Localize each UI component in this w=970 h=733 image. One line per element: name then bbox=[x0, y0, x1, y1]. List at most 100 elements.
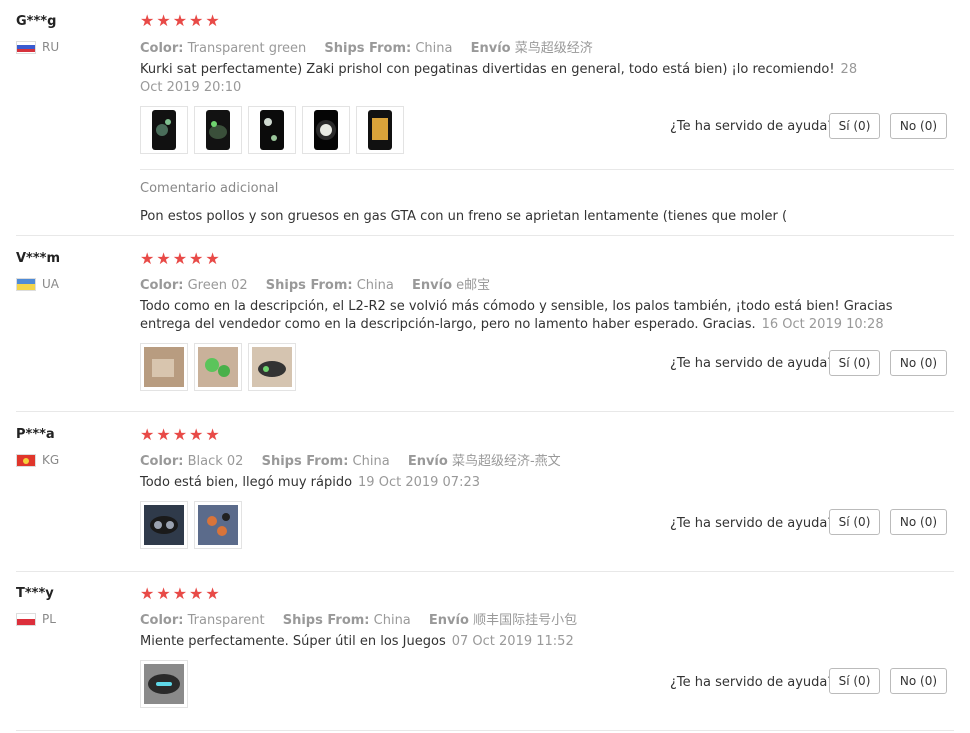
photo-package bbox=[368, 110, 392, 150]
star-rating: ★★★★★ bbox=[140, 249, 222, 268]
color-value: Transparent green bbox=[187, 41, 307, 56]
review-text: Kurki sat perfectamente) Zaki prishol co… bbox=[140, 61, 860, 97]
review-date: 19 Oct 2019 07:23 bbox=[358, 475, 480, 490]
review-photo-thumbnail[interactable] bbox=[140, 501, 188, 549]
envio-label: Envío bbox=[428, 613, 469, 628]
russia-flag-icon bbox=[16, 40, 36, 54]
sku-attributes: Color: Green 02 Ships From: China Envío … bbox=[140, 274, 504, 293]
color-value: Green 02 bbox=[187, 278, 248, 293]
review-body: entrega del vendedor como en la descripc… bbox=[140, 317, 756, 332]
review-item: G***g RU ★★★★★ Color: Transparent green … bbox=[0, 0, 970, 236]
review-photos bbox=[140, 106, 404, 154]
color-label: Color: bbox=[140, 454, 184, 469]
ships-from-value: China bbox=[373, 613, 411, 628]
helpful-question: ¿Te ha servido de ayuda? bbox=[670, 356, 835, 371]
kyrgyzstan-flag-icon bbox=[16, 453, 36, 467]
review-item: T***y PL ★★★★★ Color: Transparent Ships … bbox=[0, 572, 970, 733]
review-photos bbox=[140, 501, 242, 549]
review-item: P***a KG ★★★★★ Color: Black 02 Ships Fro… bbox=[0, 412, 970, 572]
review-photo-thumbnail[interactable] bbox=[248, 106, 296, 154]
envio-value: e邮宝 bbox=[456, 278, 491, 293]
envio-value: 顺丰国际挂号小包 bbox=[473, 613, 578, 628]
helpful-yes-button[interactable]: Sí (0) bbox=[829, 113, 880, 139]
helpful-yes-button[interactable]: Sí (0) bbox=[829, 350, 880, 376]
helpful-yes-button[interactable]: Sí (0) bbox=[829, 668, 880, 694]
ships-from-value: China bbox=[415, 41, 453, 56]
review-photo-thumbnail[interactable] bbox=[194, 343, 242, 391]
photo-light-glow bbox=[314, 110, 338, 150]
envio-value: 菜鸟超级经济 bbox=[514, 41, 593, 56]
review-photo-thumbnail[interactable] bbox=[140, 660, 188, 708]
review-photo-thumbnail[interactable] bbox=[140, 106, 188, 154]
country-code: UA bbox=[42, 277, 59, 291]
color-value: Transparent bbox=[187, 613, 265, 628]
helpful-no-button[interactable]: No (0) bbox=[890, 668, 947, 694]
reviewer-country: PL bbox=[16, 612, 56, 626]
reviewer-name: P***a bbox=[16, 427, 55, 442]
additional-comment-title: Comentario adicional bbox=[140, 181, 279, 196]
helpful-question: ¿Te ha servido de ayuda? bbox=[670, 119, 835, 134]
ships-from-label: Ships From: bbox=[265, 278, 353, 293]
envio-label: Envío bbox=[470, 41, 511, 56]
helpful-question: ¿Te ha servido de ayuda? bbox=[670, 516, 835, 531]
review-photos bbox=[140, 660, 188, 708]
ukraine-flag-icon bbox=[16, 277, 36, 291]
country-code: KG bbox=[42, 453, 60, 467]
poland-flag-icon bbox=[16, 612, 36, 626]
photo-caps bbox=[198, 505, 238, 545]
reviewer-name: T***y bbox=[16, 586, 54, 601]
reviewer-country: KG bbox=[16, 453, 59, 467]
sku-attributes: Color: Transparent green Ships From: Chi… bbox=[140, 37, 607, 56]
envio-value: 菜鸟超级经济-燕文 bbox=[451, 454, 561, 469]
color-value: Black 02 bbox=[187, 454, 244, 469]
ships-from-label: Ships From: bbox=[282, 613, 370, 628]
reviewer-name: V***m bbox=[16, 251, 61, 266]
divider bbox=[16, 730, 954, 731]
review-body: Kurki sat perfectamente) Zaki prishol co… bbox=[140, 62, 835, 77]
review-text: Miente perfectamente. Súper útil en los … bbox=[140, 633, 870, 651]
photo-package-open bbox=[144, 347, 184, 387]
review-photo-thumbnail[interactable] bbox=[194, 501, 242, 549]
ships-from-value: China bbox=[356, 278, 394, 293]
review-text: Todo está bien, llegó muy rápido 19 Oct 2… bbox=[140, 474, 870, 492]
photo-light-glow bbox=[260, 110, 284, 150]
ships-from-label: Ships From: bbox=[324, 41, 412, 56]
review-text: Todo como en la descripción, el L2-R2 se… bbox=[140, 298, 893, 334]
helpful-no-button[interactable]: No (0) bbox=[890, 350, 947, 376]
photo-controller-black bbox=[144, 505, 184, 545]
review-body: Todo está bien, llegó muy rápido bbox=[140, 475, 353, 490]
color-label: Color: bbox=[140, 278, 184, 293]
divider bbox=[140, 169, 954, 170]
photo-green-caps bbox=[198, 347, 238, 387]
reviewer-country: RU bbox=[16, 40, 59, 54]
star-rating: ★★★★★ bbox=[140, 11, 222, 30]
helpful-question: ¿Te ha servido de ayuda? bbox=[670, 675, 835, 690]
helpful-yes-button[interactable]: Sí (0) bbox=[829, 509, 880, 535]
review-photo-thumbnail[interactable] bbox=[248, 343, 296, 391]
helpful-no-button[interactable]: No (0) bbox=[890, 113, 947, 139]
review-date: 07 Oct 2019 11:52 bbox=[451, 634, 574, 649]
review-photo-thumbnail[interactable] bbox=[140, 343, 188, 391]
ships-from-label: Ships From: bbox=[261, 454, 349, 469]
sku-attributes: Color: Transparent Ships From: China Env… bbox=[140, 609, 591, 628]
review-photo-thumbnail[interactable] bbox=[194, 106, 242, 154]
country-code: PL bbox=[42, 612, 56, 626]
additional-comment-text: Pon estos pollos y son gruesos en gas GT… bbox=[140, 209, 788, 224]
country-code: RU bbox=[42, 40, 60, 54]
review-item: V***m UA ★★★★★ Color: Green 02 Ships Fro… bbox=[0, 236, 970, 412]
star-rating: ★★★★★ bbox=[140, 584, 222, 603]
helpful-no-button[interactable]: No (0) bbox=[890, 509, 947, 535]
review-body-line: Todo como en la descripción, el L2-R2 se… bbox=[140, 299, 893, 314]
color-label: Color: bbox=[140, 613, 184, 628]
envio-label: Envío bbox=[407, 454, 448, 469]
photo-controller-glow bbox=[144, 664, 184, 704]
color-label: Color: bbox=[140, 41, 184, 56]
photo-controller bbox=[252, 347, 292, 387]
sku-attributes: Color: Black 02 Ships From: China Envío … bbox=[140, 450, 575, 469]
review-photo-thumbnail[interactable] bbox=[356, 106, 404, 154]
review-date: 16 Oct 2019 10:28 bbox=[761, 317, 884, 332]
review-body: Miente perfectamente. Súper útil en los … bbox=[140, 634, 446, 649]
review-photo-thumbnail[interactable] bbox=[302, 106, 350, 154]
photo-controller-green bbox=[206, 110, 230, 150]
review-photos bbox=[140, 343, 296, 391]
